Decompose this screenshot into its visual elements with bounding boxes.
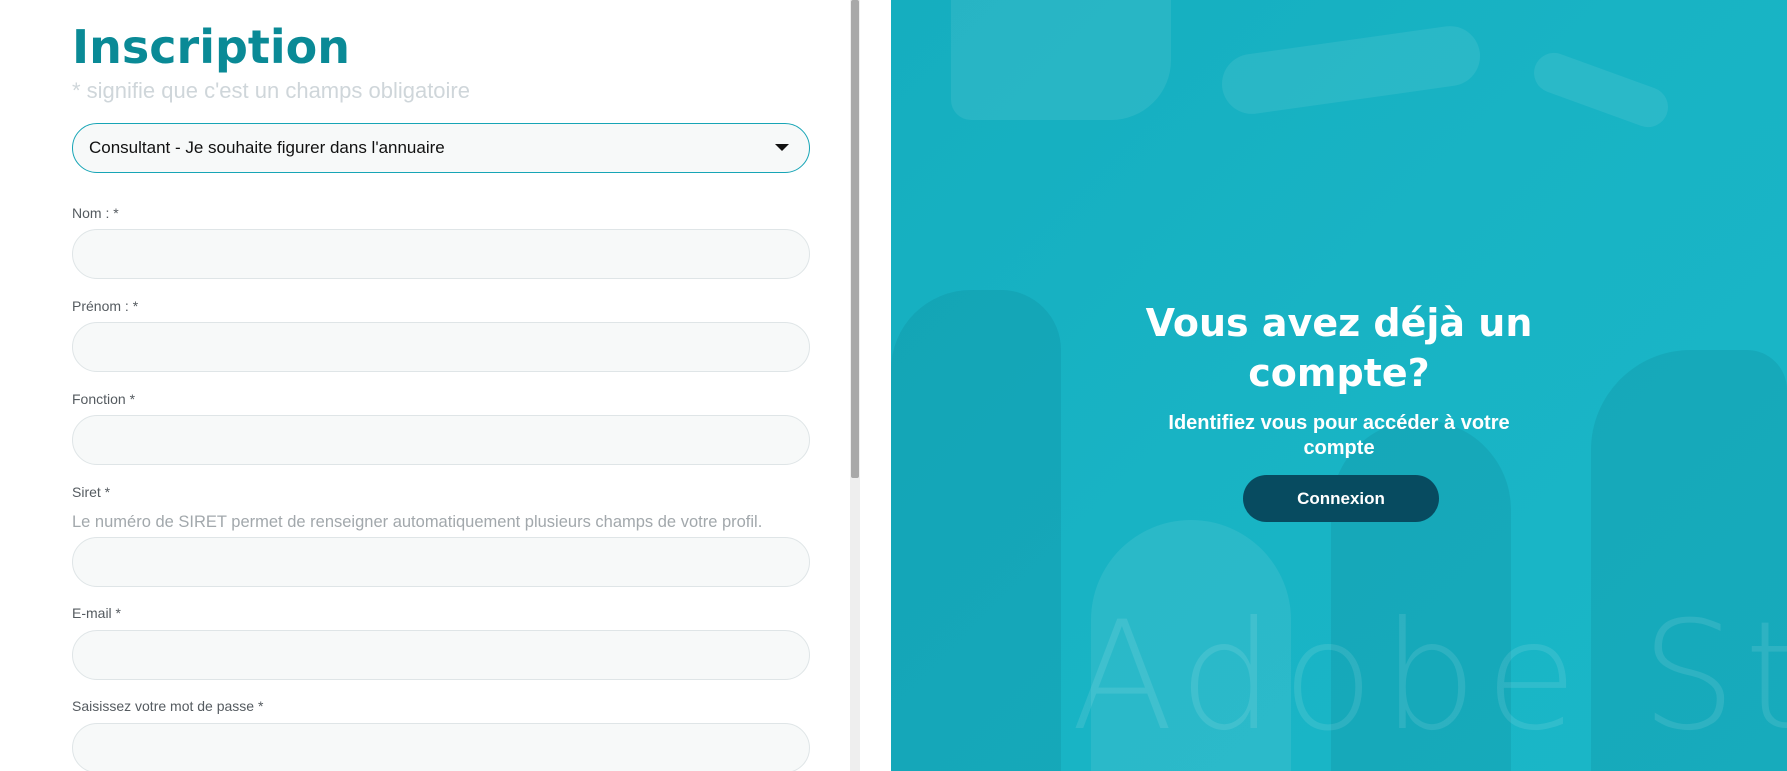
- prenom-label: Prénom : *: [72, 298, 139, 314]
- siret-input[interactable]: [72, 537, 810, 587]
- caret-down-icon: [775, 144, 789, 151]
- email-label: E-mail *: [72, 605, 122, 621]
- page-title: Inscription: [72, 20, 350, 74]
- password-label: Saisissez votre mot de passe *: [72, 698, 264, 714]
- account-type-select[interactable]: Consultant - Je souhaite figurer dans l'…: [72, 123, 810, 173]
- prenom-input[interactable]: [72, 322, 810, 372]
- required-note: * signifie que c'est un champs obligatoi…: [72, 78, 470, 103]
- password-input[interactable]: [72, 723, 810, 771]
- hero-content: Vous avez déjà un compte? Identifiez vou…: [891, 0, 1787, 771]
- signup-panel: Inscription * signifie que c'est un cham…: [0, 0, 850, 771]
- account-type-value: Consultant - Je souhaite figurer dans l'…: [89, 138, 445, 157]
- nom-label: Nom : *: [72, 205, 119, 221]
- login-button[interactable]: Connexion: [1243, 475, 1439, 522]
- panel-gap: [860, 0, 891, 771]
- fonction-label: Fonction *: [72, 391, 136, 407]
- hero-subtitle: Identifiez vous pour accéder à votre com…: [1168, 412, 1510, 459]
- login-hero: Adobe St Vous avez déjà un compte? Ident…: [891, 0, 1787, 771]
- email-input[interactable]: [72, 630, 810, 680]
- hero-title: Vous avez déjà un compte?: [1145, 301, 1533, 395]
- nom-input[interactable]: [72, 229, 810, 279]
- fonction-input[interactable]: [72, 415, 810, 465]
- siret-hint: Le numéro de SIRET permet de renseigner …: [72, 513, 763, 531]
- scrollbar-thumb[interactable]: [851, 0, 859, 478]
- siret-label: Siret *: [72, 484, 111, 500]
